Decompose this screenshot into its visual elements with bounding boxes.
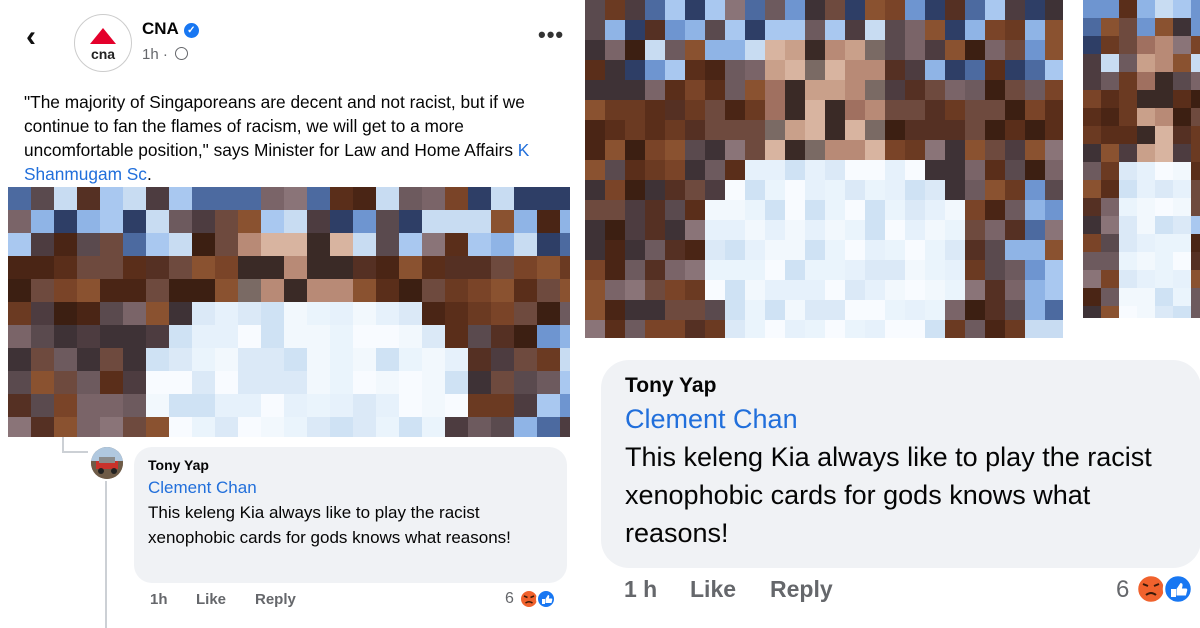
more-options-icon[interactable]: ••• xyxy=(538,22,564,48)
reply-button[interactable]: Reply xyxy=(255,591,296,608)
zoomed-reply-button[interactable]: Reply xyxy=(770,576,833,603)
back-icon[interactable]: ‹ xyxy=(26,22,36,52)
zoomed-comment-time[interactable]: 1 h xyxy=(624,576,657,603)
page-name-label[interactable]: CNA xyxy=(142,19,179,38)
verified-badge-icon: ✓ xyxy=(183,23,199,38)
post-screenshot: ‹ cna CNA ✓ 1h · ••• "The majority of Sin… xyxy=(0,0,577,628)
caption-text: "The majority of Singaporeans are decent… xyxy=(24,92,525,160)
zoomed-comment-author[interactable]: Tony Yap xyxy=(625,372,1177,400)
zoomed-comment-mention[interactable]: Clement Chan xyxy=(625,400,1177,438)
zoomed-like-button[interactable]: Like xyxy=(690,576,736,603)
zoomed-reactions[interactable] xyxy=(1134,572,1200,611)
logo-wordmark: cna xyxy=(91,46,115,62)
thread-line xyxy=(105,481,107,628)
post-caption: "The majority of Singaporeans are decent… xyxy=(24,90,572,186)
zoomed-comment-text: This keleng Kia always like to play the … xyxy=(625,442,1152,548)
reactions[interactable] xyxy=(518,588,568,615)
cna-logo[interactable]: cna xyxy=(74,14,132,72)
reaction-count[interactable]: 6 xyxy=(505,590,514,608)
zoomed-image-pixelated[interactable] xyxy=(585,0,1063,338)
like-reaction-icon xyxy=(1162,573,1194,605)
comment-author[interactable]: Tony Yap xyxy=(148,455,553,475)
comment-mention[interactable]: Clement Chan xyxy=(148,475,553,500)
angry-reaction-icon xyxy=(1135,573,1167,605)
comment-text: This keleng Kia always like to play the … xyxy=(148,503,511,547)
thread-line xyxy=(62,451,88,453)
post-meta: 1h · xyxy=(142,46,189,63)
avatar[interactable] xyxy=(91,447,123,479)
panel-divider xyxy=(577,0,585,628)
like-reaction-icon xyxy=(536,589,556,609)
post-time[interactable]: 1h xyxy=(142,46,159,63)
like-button[interactable]: Like xyxy=(196,591,226,608)
comment-bubble: Tony Yap Clement Chan This keleng Kia al… xyxy=(134,447,567,583)
zoomed-screenshot: Tony Yap Clement Chan This keleng Kia al… xyxy=(585,0,1200,628)
comment-time[interactable]: 1h xyxy=(150,591,168,608)
page-name[interactable]: CNA ✓ xyxy=(142,19,199,39)
zoomed-reaction-count[interactable]: 6 xyxy=(1116,576,1129,604)
zoomed-comment-bubble: Tony Yap Clement Chan This keleng Kia al… xyxy=(601,360,1200,568)
globe-icon xyxy=(175,47,189,60)
thread-line xyxy=(62,437,64,452)
caption-end: . xyxy=(146,164,152,184)
angry-reaction-icon xyxy=(519,589,539,609)
post-image-pixelated[interactable] xyxy=(8,187,570,437)
zoomed-image-pixelated-right[interactable] xyxy=(1083,0,1200,318)
